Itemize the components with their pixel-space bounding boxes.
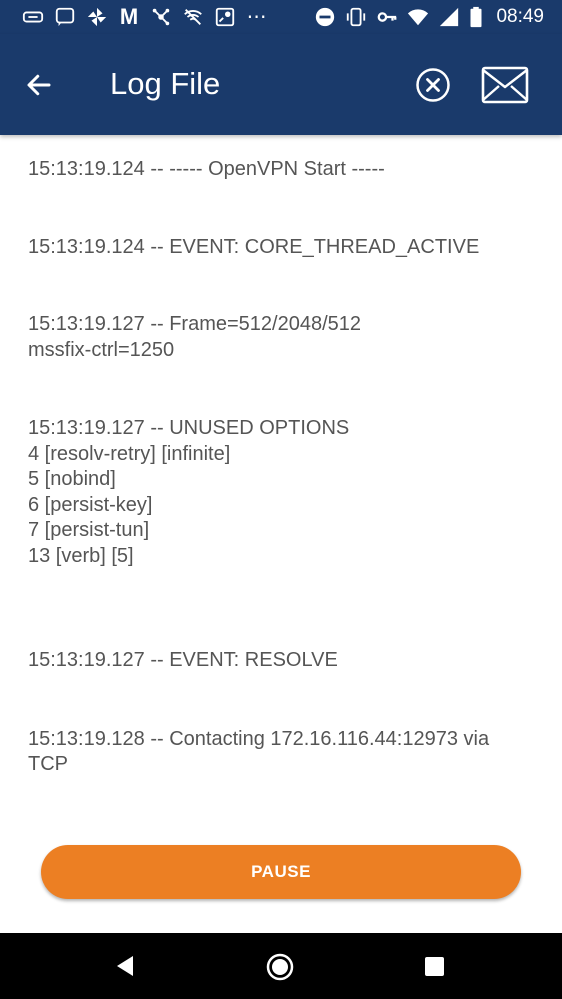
status-bar: M ⋯ 08:49: [0, 0, 562, 34]
vpn-key-icon: [376, 6, 398, 28]
close-circle-icon: [416, 68, 450, 102]
send-log-button[interactable]: [478, 62, 532, 108]
pause-button[interactable]: PAUSE: [41, 845, 521, 899]
battery-icon: [469, 6, 483, 28]
notification-icons: M ⋯: [22, 4, 268, 30]
gmail-icon: M: [119, 4, 139, 29]
chat-icon: [54, 6, 76, 28]
do-not-disturb-icon: [314, 6, 336, 28]
log-entry: 15:13:19.127 -- UNUSED OPTIONS 4 [resolv…: [28, 417, 350, 567]
app-bar: Log File: [0, 34, 562, 135]
more-dots-icon: ⋯: [246, 6, 268, 28]
vpn-key-tag-icon: [22, 6, 44, 28]
log-entry: 15:13:19.127 -- EVENT: RESOLVE: [28, 649, 338, 671]
log-entry: 15:13:19.128 -- Contacting 172.16.116.44…: [28, 727, 490, 776]
pinwheel-icon: [86, 6, 108, 28]
mail-icon: [481, 66, 529, 104]
map-icon: [214, 6, 236, 28]
clear-log-button[interactable]: [412, 64, 454, 106]
cell-signal-icon: [438, 6, 460, 28]
arrow-back-icon: [27, 74, 51, 96]
nav-recents-icon[interactable]: [425, 957, 444, 976]
wifi-icon: [407, 6, 429, 28]
back-button[interactable]: [18, 64, 60, 106]
log-entry: 15:13:19.127 -- Frame=512/2048/512 mssfi…: [28, 313, 362, 361]
log-list: 15:13:19.124 -- ----- OpenVPN Start ----…: [28, 157, 548, 778]
network-share-icon: [150, 6, 172, 28]
status-clock: 08:49: [496, 6, 544, 27]
nav-back-icon[interactable]: [112, 953, 138, 979]
no-signal-icon: [182, 6, 204, 28]
nav-home-icon[interactable]: [266, 953, 294, 981]
log-entry: 15:13:19.124 -- ----- OpenVPN Start ----…: [28, 158, 385, 180]
log-entry: 15:13:19.124 -- EVENT: CORE_THREAD_ACTIV…: [28, 235, 480, 258]
page-title: Log File: [110, 66, 221, 101]
system-icons: 08:49: [314, 4, 544, 30]
vibrate-icon: [345, 6, 367, 28]
system-nav-bar: [0, 933, 562, 999]
